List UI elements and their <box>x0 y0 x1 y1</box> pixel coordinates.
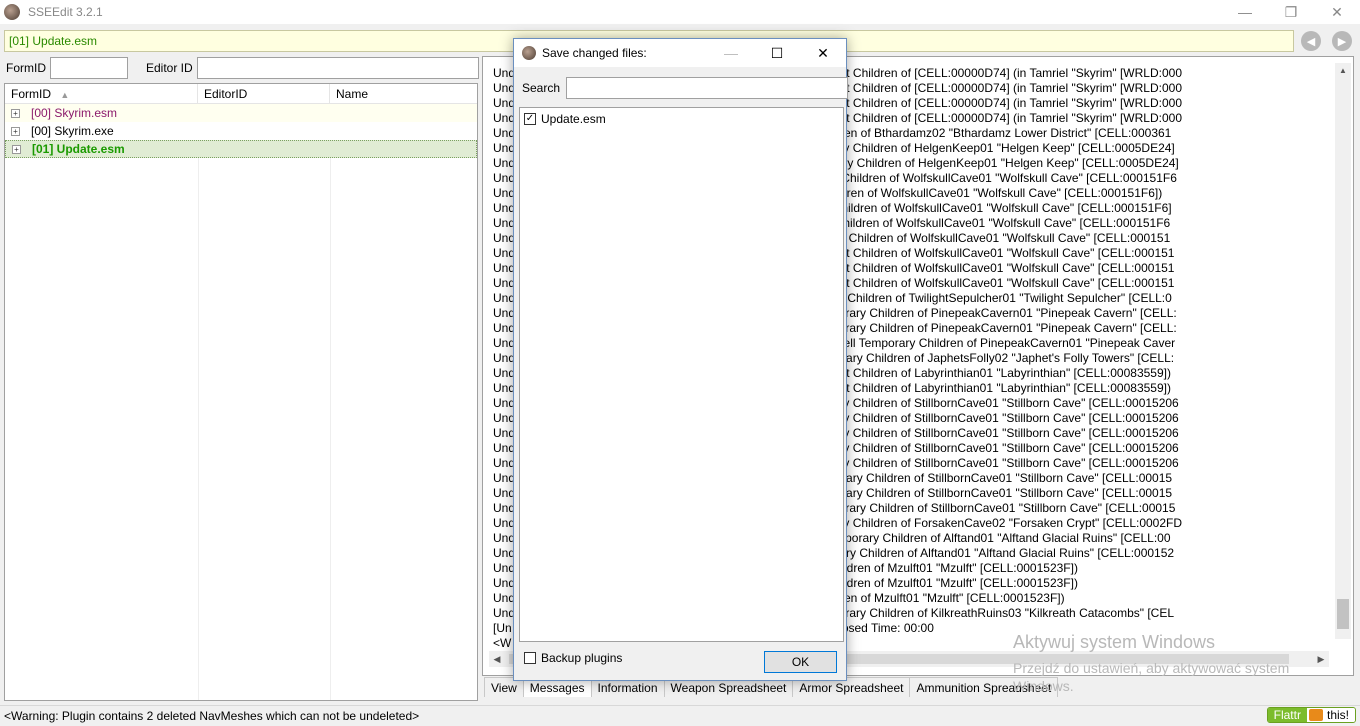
window-title: SSEEdit 3.2.1 <box>28 5 103 19</box>
window-controls: — ❐ ✕ <box>1222 0 1360 24</box>
forward-arrow-icon[interactable]: ▶ <box>1332 31 1352 51</box>
tree-row-label: [00] Skyrim.exe <box>31 124 114 138</box>
expand-icon[interactable]: + <box>11 126 20 136</box>
status-text: <Warning: Plugin contains 2 deleted NavM… <box>4 709 420 723</box>
file-label: Update.esm <box>541 112 606 126</box>
filter-text: [01] Update.esm <box>9 34 98 48</box>
dialog-app-icon <box>522 46 536 60</box>
scroll-up-icon[interactable]: ▲ <box>1335 63 1351 79</box>
windows-activation-watermark: Aktywuj system Windows Przejdź do ustawi… <box>1013 632 1313 695</box>
changed-files-list[interactable]: ✓ Update.esm <box>519 107 844 642</box>
tree-rows: + [00] Skyrim.esm + [00] Skyrim.exe + [01] Up… <box>5 104 477 158</box>
watermark-subtitle: Przejdź do ustawień, aby aktywować syste… <box>1013 660 1290 694</box>
left-search-row: FormID Editor ID <box>0 56 480 80</box>
flattr-label: Flattr <box>1267 708 1307 722</box>
editorid-input[interactable] <box>196 57 479 79</box>
editorid-label: Editor ID <box>146 61 193 75</box>
tree-row-label: [01] Update.esm <box>32 142 125 156</box>
flattr-button[interactable]: Flattr this! <box>1266 707 1356 723</box>
tree-row-label: [00] Skyrim.esm <box>31 106 118 120</box>
expand-icon[interactable]: + <box>12 144 21 154</box>
minimize-button[interactable]: — <box>1222 0 1268 24</box>
tree-row[interactable]: + [01] Update.esm <box>5 140 477 158</box>
status-bar: <Warning: Plugin contains 2 deleted NavM… <box>0 705 1360 726</box>
dialog-title-bar: Save changed files: — ☐ ✕ <box>514 39 846 67</box>
tree-row[interactable]: + [00] Skyrim.exe <box>5 122 477 140</box>
formid-input[interactable] <box>50 57 128 79</box>
flattr-icon <box>1308 709 1323 721</box>
plugin-tree[interactable]: FormID ▲ EditorID Name + [00] Skyrim.esm +… <box>4 83 478 701</box>
file-checkbox[interactable]: ✓ <box>524 113 536 125</box>
scroll-thumb[interactable] <box>1337 599 1349 629</box>
save-changed-files-dialog: Save changed files: — ☐ ✕ Search ✓ Update… <box>513 38 849 681</box>
maximize-button[interactable]: ❐ <box>1268 0 1314 24</box>
sort-ascending-icon: ▲ <box>60 90 70 100</box>
dialog-minimize-button[interactable]: — <box>708 39 754 67</box>
dialog-search-label: Search <box>522 81 561 95</box>
ok-button[interactable]: OK <box>764 651 837 673</box>
formid-label: FormID <box>6 61 46 75</box>
scroll-left-icon[interactable]: ◀ <box>489 651 505 667</box>
watermark-title: Aktywuj system Windows <box>1013 632 1216 652</box>
column-editorid[interactable]: EditorID <box>198 84 330 103</box>
vertical-scrollbar[interactable]: ▲ <box>1335 63 1351 639</box>
title-bar: SSEEdit 3.2.1 — ❐ ✕ <box>0 0 1360 24</box>
flattr-action: this! <box>1326 708 1349 722</box>
dialog-title: Save changed files: <box>542 46 647 60</box>
backup-plugins-label: Backup plugins <box>541 651 623 665</box>
dialog-close-button[interactable]: ✕ <box>800 39 846 67</box>
app-icon <box>4 4 20 20</box>
dialog-search-row: Search <box>522 77 849 99</box>
column-name[interactable]: Name <box>330 84 477 103</box>
column-guides <box>5 104 477 700</box>
close-button[interactable]: ✕ <box>1314 0 1360 24</box>
tree-header: FormID ▲ EditorID Name <box>5 84 477 104</box>
tree-row[interactable]: + [00] Skyrim.esm <box>5 104 477 122</box>
back-arrow-icon[interactable]: ◀ <box>1301 31 1321 51</box>
expand-icon[interactable]: + <box>11 108 20 118</box>
list-item[interactable]: ✓ Update.esm <box>520 110 843 128</box>
backup-plugins-option[interactable]: Backup plugins <box>524 651 622 665</box>
scroll-right-icon[interactable]: ▶ <box>1313 651 1329 667</box>
dialog-maximize-button[interactable]: ☐ <box>754 39 800 67</box>
column-formid[interactable]: FormID ▲ <box>5 84 198 103</box>
dialog-search-input[interactable] <box>566 77 849 99</box>
backup-plugins-checkbox[interactable] <box>524 652 536 664</box>
